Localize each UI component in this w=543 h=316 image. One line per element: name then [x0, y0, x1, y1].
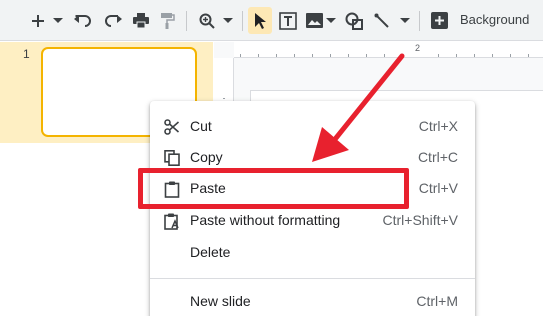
menu-item-label: Paste without formatting — [190, 212, 341, 228]
text-box-icon[interactable] — [276, 7, 300, 34]
highlight-box — [138, 168, 409, 209]
menu-item-shortcut: Ctrl+Shift+V — [382, 212, 458, 228]
menu-item-shortcut: Ctrl+M — [416, 293, 458, 309]
menu-item-label: Cut — [190, 118, 212, 134]
horizontal-ruler: 2 — [234, 42, 543, 58]
line-dropdown-icon[interactable] — [397, 7, 413, 34]
shape-icon[interactable] — [342, 7, 366, 34]
copy-icon — [163, 149, 181, 167]
zoom-icon[interactable] — [196, 7, 218, 34]
print-icon[interactable] — [129, 7, 153, 34]
select-tool-icon[interactable] — [248, 7, 272, 34]
paint-format-icon[interactable] — [157, 7, 179, 34]
slide-number: 1 — [23, 47, 30, 61]
menu-item-shortcut: Ctrl+X — [418, 118, 458, 134]
menu-item-label: Delete — [190, 244, 231, 260]
paste-plain-icon — [163, 212, 181, 230]
menu-item-label: New slide — [190, 293, 251, 309]
insert-comment-icon[interactable] — [427, 7, 451, 34]
menu-item-cut[interactable]: Cut Ctrl+X — [150, 111, 475, 141]
menu-item-label: Copy — [190, 149, 223, 165]
line-icon[interactable] — [371, 7, 393, 34]
background-button[interactable]: Background — [460, 12, 529, 27]
toolbar: Background — [0, 0, 543, 41]
undo-icon[interactable] — [70, 7, 96, 34]
scissors-icon — [163, 118, 181, 136]
image-dropdown-icon[interactable] — [324, 7, 338, 34]
toolbar-divider — [186, 11, 187, 31]
new-slide-dropdown-icon[interactable] — [50, 7, 66, 34]
ruler-marker: 2 — [415, 43, 421, 53]
redo-icon[interactable] — [100, 7, 126, 34]
menu-item-new-slide[interactable]: New slide Ctrl+M — [150, 286, 475, 316]
image-icon[interactable] — [304, 7, 324, 34]
new-slide-plus-icon[interactable] — [26, 7, 50, 34]
zoom-dropdown-icon[interactable] — [220, 7, 236, 34]
toolbar-divider — [419, 11, 420, 31]
menu-item-delete[interactable]: Delete — [150, 237, 475, 267]
menu-item-paste-without-formatting[interactable]: Paste without formatting Ctrl+Shift+V — [150, 205, 475, 235]
menu-item-shortcut: Ctrl+V — [418, 180, 458, 196]
toolbar-divider — [242, 11, 243, 31]
menu-item-shortcut: Ctrl+C — [417, 149, 458, 165]
menu-divider — [150, 278, 475, 279]
